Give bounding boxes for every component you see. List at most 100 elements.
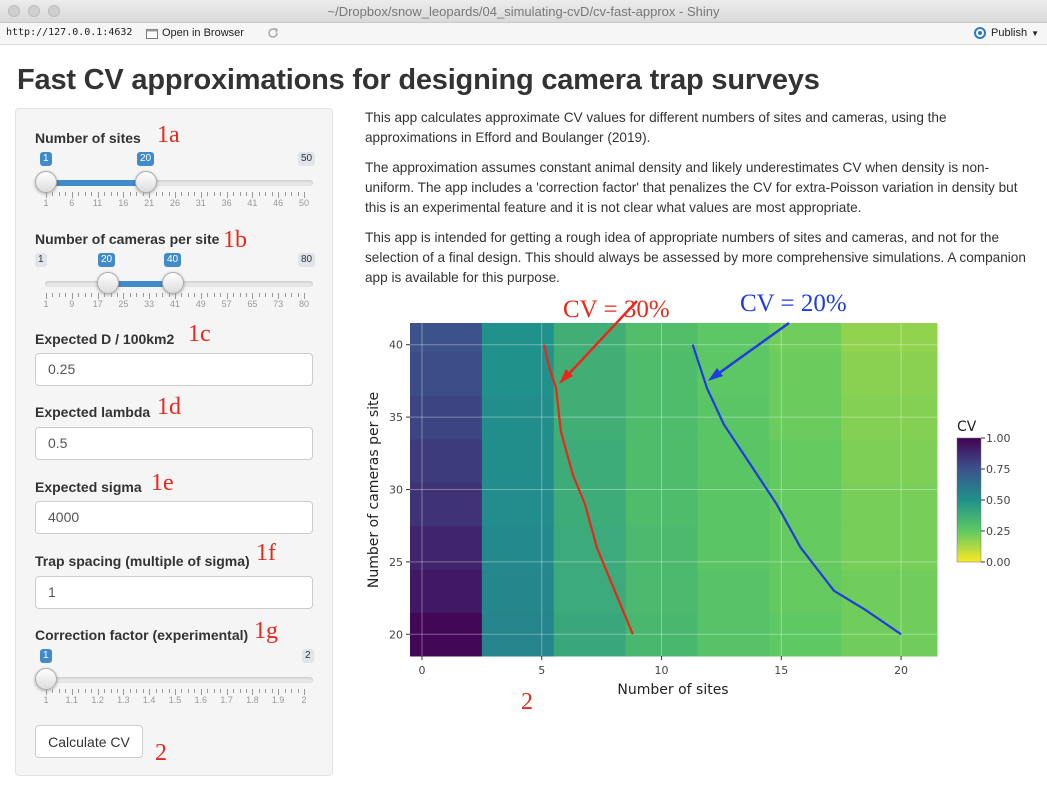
slider-tick <box>265 192 267 196</box>
sigma-input[interactable]: 4000 <box>35 501 313 534</box>
cameras-to-label: 40 <box>164 253 182 267</box>
heatmap-cell <box>841 569 938 614</box>
cameras-label: Number of cameras per site <box>35 231 220 247</box>
slider-tick-label: 1 <box>43 695 49 705</box>
colorbar-title: CV <box>957 419 977 435</box>
cv-heatmap-plot[interactable]: 0 5 10 15 20 20 25 30 35 40 Number of sites Numbe… <box>340 290 1047 810</box>
density-input[interactable]: 0.25 <box>35 353 313 386</box>
slider-tick <box>194 689 196 693</box>
slider-tick <box>78 689 80 693</box>
sites-label: Number of sites <box>35 130 141 146</box>
cameras-from-handle[interactable] <box>97 272 119 294</box>
colorbar-legend: CV 1.00 0.75 0.50 0.25 0.00 <box>956 419 1011 569</box>
chevron-down-icon: ▼ <box>1031 28 1039 38</box>
slider-tick <box>162 293 164 297</box>
cameras-to-handle[interactable] <box>162 272 184 294</box>
sites-slider[interactable]: 50 1 20 1 6 11 16 21 26 31 36 41 46 50 <box>35 152 316 212</box>
lambda-input[interactable]: 0.5 <box>35 427 313 460</box>
slider-tick-label: 1.7 <box>220 695 233 705</box>
heatmap-cell <box>410 569 483 614</box>
sigma-label: Expected sigma <box>35 479 142 495</box>
sites-to-handle[interactable] <box>135 171 157 193</box>
slider-tick <box>84 293 86 297</box>
slider-tick-label: 1.4 <box>142 695 156 705</box>
slider-tick <box>155 689 157 693</box>
slider-tick-label: 17 <box>92 299 103 309</box>
slider-tick <box>233 192 235 196</box>
spacing-input[interactable]: 1 <box>35 576 313 609</box>
slider-tick <box>194 192 196 196</box>
slider-tick <box>110 192 112 196</box>
heatmap-cell <box>481 323 555 353</box>
slider-tick-label: 1.3 <box>117 695 130 705</box>
slider-tick <box>155 293 157 297</box>
sites-max-label: 50 <box>298 152 316 166</box>
slider-tick <box>187 689 189 693</box>
slider-tick <box>291 293 293 297</box>
sites-from-handle[interactable] <box>35 171 57 193</box>
correction-handle[interactable] <box>35 668 57 690</box>
slider-tick <box>239 689 241 693</box>
slider-tick-label: 41 <box>247 198 258 208</box>
heatmap-cell <box>481 569 555 614</box>
x-axis-title: Number of sites <box>617 682 728 698</box>
y-tick-label: 40 <box>389 339 403 352</box>
slider-tick <box>284 192 286 196</box>
slider-tick <box>58 192 60 196</box>
slider-tick <box>220 689 222 693</box>
slider-tick <box>65 192 67 196</box>
correction-slider[interactable]: 2 1 1 1.1 1.2 1.3 1.4 1.5 1.6 1.7 1.8 1.9 2 <box>35 649 315 709</box>
slider-tick <box>78 293 80 297</box>
lambda-label: Expected lambda <box>35 404 151 420</box>
cameras-slider[interactable]: 1 80 20 40 1 9 17 25 33 41 49 57 65 73 80 <box>35 253 316 313</box>
slider-tick <box>168 689 170 693</box>
annotation-cv20: CV = 20% <box>740 290 847 317</box>
y-tick-label: 35 <box>389 411 403 424</box>
slider-tick <box>84 689 86 693</box>
heatmap-cell <box>410 525 483 570</box>
open-in-browser-button[interactable]: Open in Browser <box>142 25 248 41</box>
colorbar-tick-label: 1.00 <box>986 432 1011 445</box>
annotation-1e: 1e <box>151 470 174 496</box>
heatmap-cell <box>410 323 483 353</box>
slider-tick-label: 50 <box>298 198 310 208</box>
slider-tick <box>52 192 54 196</box>
slider-tick-label: 6 <box>69 198 75 208</box>
heatmap-cell <box>481 351 555 396</box>
sites-to-label: 20 <box>137 152 155 166</box>
slider-tick <box>207 689 209 693</box>
slider-tick-label: 41 <box>169 299 181 309</box>
slider-tick <box>116 689 118 693</box>
colorbar-tick-label: 0.75 <box>986 463 1011 476</box>
slider-tick-label: 25 <box>118 299 129 309</box>
intro-paragraph-1: This app calculates approximate CV value… <box>365 110 947 145</box>
slider-tick-label: 33 <box>144 299 155 309</box>
calculate-cv-button[interactable]: Calculate CV <box>35 725 143 758</box>
slider-tick <box>142 293 144 297</box>
slider-tick <box>258 192 260 196</box>
viewer-toolbar: http://127.0.0.1:4632 Open in Browser Pu… <box>0 23 1047 45</box>
correction-track[interactable] <box>45 677 313 683</box>
slider-tick <box>78 192 80 196</box>
heatmap-cell <box>697 482 770 527</box>
slider-tick <box>104 689 106 693</box>
refresh-icon[interactable] <box>266 26 280 40</box>
correction-label: Correction factor (experimental) <box>35 627 249 643</box>
slider-tick <box>116 192 118 196</box>
heatmap-cell <box>841 438 938 483</box>
slider-tick <box>162 689 164 693</box>
heatmap-cell <box>481 525 555 570</box>
slider-tick <box>181 293 183 297</box>
publish-button[interactable]: Publish ▼ <box>973 25 1039 41</box>
slider-tick-label: 46 <box>273 198 284 208</box>
heatmap-cell <box>697 525 770 570</box>
slider-tick <box>220 293 222 297</box>
annotation-2-plot: 2 <box>521 689 533 715</box>
slider-tick-label: 1 <box>43 198 49 208</box>
slider-tick <box>297 689 299 693</box>
slider-tick <box>271 192 273 196</box>
heatmap-cell <box>481 438 555 483</box>
slider-tick <box>168 192 170 196</box>
correction-max-label: 2 <box>302 649 314 663</box>
heatmap-cell <box>841 323 938 353</box>
